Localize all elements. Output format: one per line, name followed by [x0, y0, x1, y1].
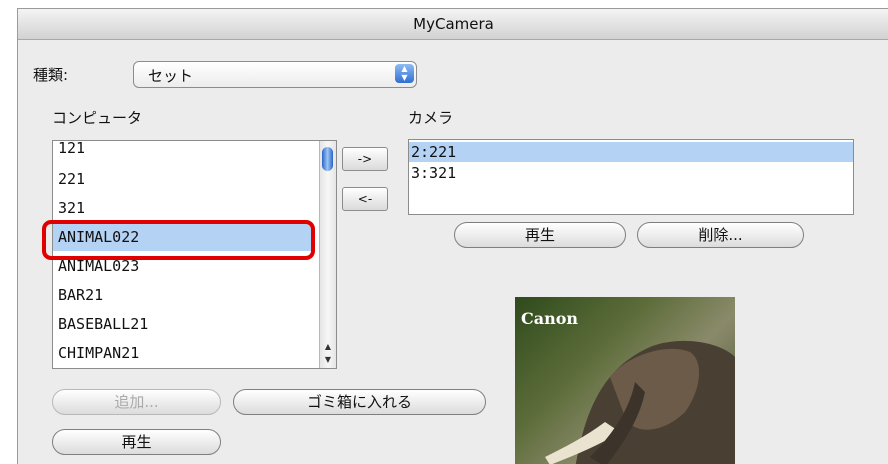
list-item[interactable]: 3:321: [409, 163, 853, 183]
list-item[interactable]: CHIMPAN21: [53, 340, 312, 367]
scroll-down-icon[interactable]: ▼: [320, 353, 336, 366]
computer-list-heading: コンピュータ: [52, 109, 143, 127]
list-item[interactable]: 121: [53, 141, 312, 162]
scroll-up-icon[interactable]: ▲: [320, 340, 336, 353]
add-button[interactable]: 追加...: [52, 389, 221, 415]
canon-logo: Canon: [521, 309, 579, 328]
preview-image: Canon: [515, 297, 735, 464]
computer-list-scrollbar[interactable]: ▲ ▼: [319, 141, 336, 368]
type-popup[interactable]: セット ▲ ▼: [133, 61, 417, 88]
list-item[interactable]: BAR21: [53, 282, 312, 309]
list-item[interactable]: 221: [53, 166, 312, 193]
type-label: 種類:: [33, 66, 69, 84]
camera-list[interactable]: 2:221 3:321: [408, 139, 854, 215]
move-to-computer-button[interactable]: <-: [342, 187, 388, 211]
list-item-selected[interactable]: 2:221: [409, 142, 853, 162]
type-popup-value: セット: [148, 67, 194, 85]
window-title: MyCamera: [18, 9, 888, 40]
list-item[interactable]: 321: [53, 195, 312, 222]
highlight-box: [42, 220, 315, 260]
camera-list-heading: カメラ: [408, 109, 454, 127]
computer-play-button[interactable]: 再生: [52, 429, 221, 455]
camera-delete-button[interactable]: 削除...: [637, 222, 804, 248]
list-item[interactable]: BASEBALL21: [53, 311, 312, 338]
popup-arrows-icon: ▲ ▼: [395, 64, 414, 83]
camera-play-button[interactable]: 再生: [454, 222, 626, 248]
move-to-camera-button[interactable]: ->: [342, 147, 388, 171]
scrollbar-thumb[interactable]: [322, 147, 333, 171]
trash-button[interactable]: ゴミ箱に入れる: [233, 389, 486, 415]
